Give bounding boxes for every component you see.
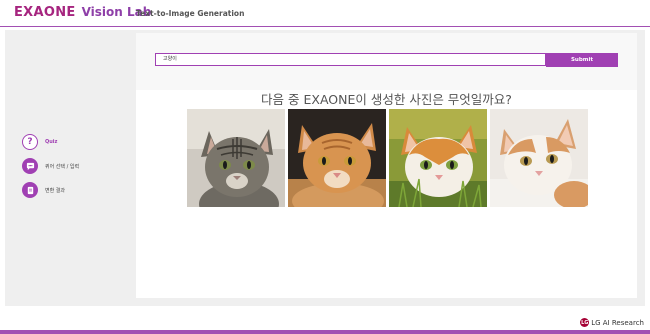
- chat-icon: [22, 158, 38, 174]
- page: EXAONE Vision Lab Text-to-Image Generati…: [0, 0, 650, 334]
- lg-ai-research-text: LG AI Research: [591, 318, 644, 327]
- app-logo[interactable]: EXAONE Vision Lab: [14, 5, 151, 23]
- main-panel: 고양이 Submit 다음 중 EXAONE이 생성한 사진은 무엇일까요?: [136, 33, 637, 298]
- image-choices: [187, 109, 588, 207]
- prompt-input[interactable]: 고양이: [155, 53, 546, 66]
- lg-ai-research-logo: LG LG AI Research: [580, 318, 644, 327]
- sidebar-item-label: 퀴어 선택 / 입력: [45, 163, 80, 170]
- sidebar-item-label: 변환 결과: [45, 187, 65, 194]
- app-header: EXAONE Vision Lab Text-to-Image Generati…: [0, 0, 650, 27]
- question-icon: ?: [22, 134, 38, 150]
- cat-image-option-1[interactable]: [187, 109, 285, 207]
- sidebar-item-select-input[interactable]: 퀴어 선택 / 입력: [22, 158, 79, 174]
- cat-image-option-3[interactable]: [389, 109, 487, 207]
- sidebar-item-result[interactable]: 변환 결과: [22, 182, 65, 198]
- submit-button[interactable]: Submit: [546, 53, 618, 67]
- lg-icon: LG: [580, 318, 590, 327]
- sidebar-item-label: Quiz: [45, 139, 58, 145]
- cat-image-option-4[interactable]: [490, 109, 588, 207]
- sidebar-item-quiz[interactable]: ? Quiz: [22, 134, 57, 150]
- cat-image-option-2[interactable]: [288, 109, 386, 207]
- logo-exaone-text: EXAONE: [14, 5, 76, 20]
- result-icon: [22, 182, 38, 198]
- bottom-accent-bar: [0, 330, 650, 334]
- quiz-question: 다음 중 EXAONE이 생성한 사진은 무엇일까요?: [261, 92, 512, 107]
- page-subtitle: Text-to-Image Generation: [136, 9, 245, 18]
